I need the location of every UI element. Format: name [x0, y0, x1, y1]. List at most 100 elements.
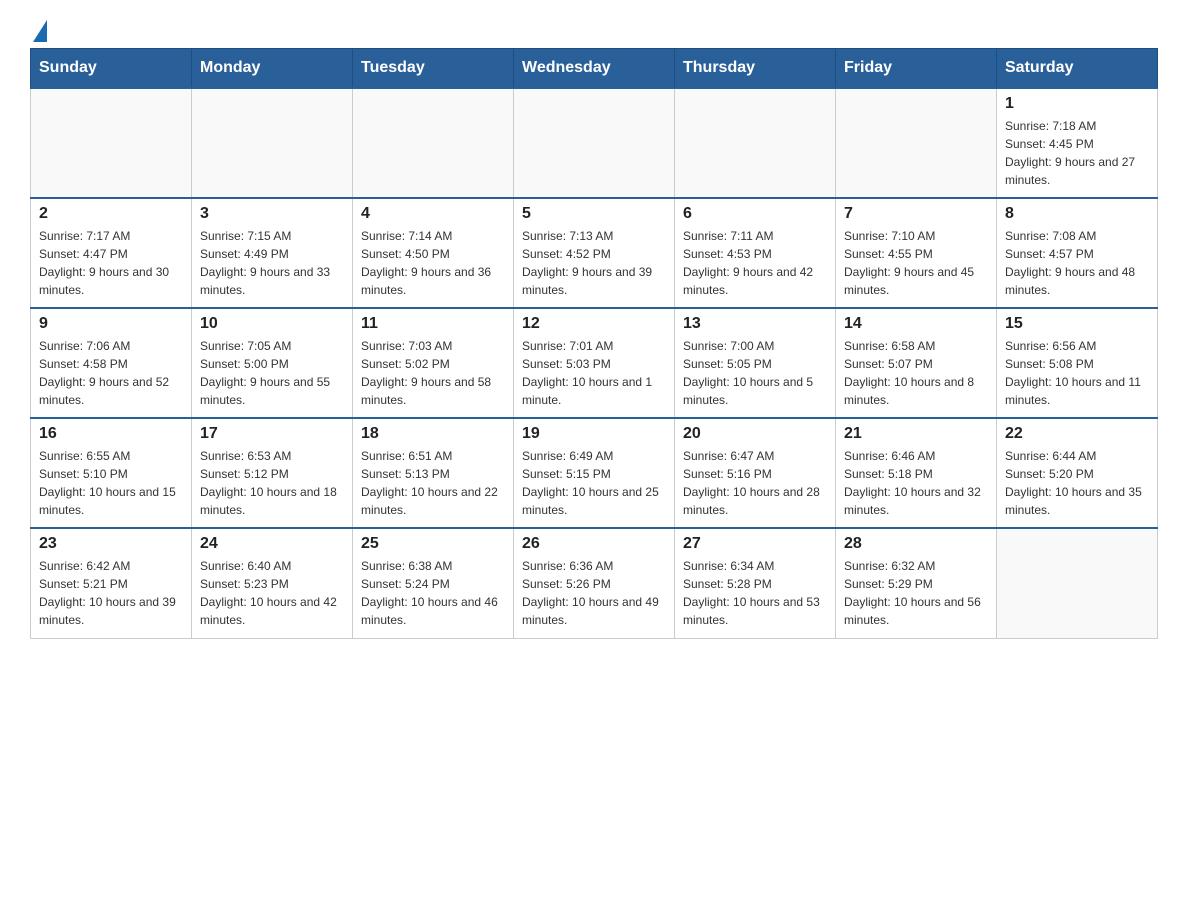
day-cell: 23 Sunrise: 6:42 AMSunset: 5:21 PMDayligh…	[31, 528, 192, 638]
day-cell	[31, 88, 192, 198]
weekday-header-saturday: Saturday	[997, 49, 1158, 89]
day-number: 16	[39, 425, 183, 443]
day-number: 17	[200, 425, 344, 443]
weekday-header-row: SundayMondayTuesdayWednesdayThursdayFrid…	[31, 49, 1158, 89]
day-info: Sunrise: 6:53 AMSunset: 5:12 PMDaylight:…	[200, 447, 344, 519]
day-cell: 5 Sunrise: 7:13 AMSunset: 4:52 PMDaylight…	[514, 198, 675, 308]
page-header	[30, 20, 1158, 38]
day-number: 6	[683, 205, 827, 223]
day-cell: 24 Sunrise: 6:40 AMSunset: 5:23 PMDayligh…	[192, 528, 353, 638]
day-info: Sunrise: 6:32 AMSunset: 5:29 PMDaylight:…	[844, 557, 988, 629]
day-info: Sunrise: 6:36 AMSunset: 5:26 PMDaylight:…	[522, 557, 666, 629]
day-info: Sunrise: 7:11 AMSunset: 4:53 PMDaylight:…	[683, 227, 827, 299]
day-info: Sunrise: 6:51 AMSunset: 5:13 PMDaylight:…	[361, 447, 505, 519]
weekday-header-thursday: Thursday	[675, 49, 836, 89]
day-info: Sunrise: 7:13 AMSunset: 4:52 PMDaylight:…	[522, 227, 666, 299]
day-number: 21	[844, 425, 988, 443]
day-cell: 6 Sunrise: 7:11 AMSunset: 4:53 PMDaylight…	[675, 198, 836, 308]
day-number: 5	[522, 205, 666, 223]
day-info: Sunrise: 6:38 AMSunset: 5:24 PMDaylight:…	[361, 557, 505, 629]
calendar-table: SundayMondayTuesdayWednesdayThursdayFrid…	[30, 48, 1158, 639]
day-info: Sunrise: 6:47 AMSunset: 5:16 PMDaylight:…	[683, 447, 827, 519]
day-number: 12	[522, 315, 666, 333]
day-cell: 2 Sunrise: 7:17 AMSunset: 4:47 PMDaylight…	[31, 198, 192, 308]
day-info: Sunrise: 7:05 AMSunset: 5:00 PMDaylight:…	[200, 337, 344, 409]
day-cell: 25 Sunrise: 6:38 AMSunset: 5:24 PMDayligh…	[353, 528, 514, 638]
day-cell	[675, 88, 836, 198]
weekday-header-sunday: Sunday	[31, 49, 192, 89]
day-cell	[997, 528, 1158, 638]
day-cell: 22 Sunrise: 6:44 AMSunset: 5:20 PMDayligh…	[997, 418, 1158, 528]
day-info: Sunrise: 6:55 AMSunset: 5:10 PMDaylight:…	[39, 447, 183, 519]
weekday-header-wednesday: Wednesday	[514, 49, 675, 89]
day-number: 19	[522, 425, 666, 443]
day-info: Sunrise: 7:14 AMSunset: 4:50 PMDaylight:…	[361, 227, 505, 299]
day-info: Sunrise: 7:10 AMSunset: 4:55 PMDaylight:…	[844, 227, 988, 299]
day-number: 23	[39, 535, 183, 553]
day-info: Sunrise: 6:42 AMSunset: 5:21 PMDaylight:…	[39, 557, 183, 629]
day-info: Sunrise: 7:06 AMSunset: 4:58 PMDaylight:…	[39, 337, 183, 409]
week-row-4: 16 Sunrise: 6:55 AMSunset: 5:10 PMDayligh…	[31, 418, 1158, 528]
day-cell: 18 Sunrise: 6:51 AMSunset: 5:13 PMDayligh…	[353, 418, 514, 528]
day-number: 27	[683, 535, 827, 553]
day-number: 14	[844, 315, 988, 333]
week-row-1: 1 Sunrise: 7:18 AMSunset: 4:45 PMDaylight…	[31, 88, 1158, 198]
day-info: Sunrise: 7:03 AMSunset: 5:02 PMDaylight:…	[361, 337, 505, 409]
day-cell: 15 Sunrise: 6:56 AMSunset: 5:08 PMDayligh…	[997, 308, 1158, 418]
day-info: Sunrise: 7:00 AMSunset: 5:05 PMDaylight:…	[683, 337, 827, 409]
day-cell: 1 Sunrise: 7:18 AMSunset: 4:45 PMDaylight…	[997, 88, 1158, 198]
week-row-3: 9 Sunrise: 7:06 AMSunset: 4:58 PMDaylight…	[31, 308, 1158, 418]
day-cell: 27 Sunrise: 6:34 AMSunset: 5:28 PMDayligh…	[675, 528, 836, 638]
day-number: 25	[361, 535, 505, 553]
day-number: 7	[844, 205, 988, 223]
day-info: Sunrise: 7:01 AMSunset: 5:03 PMDaylight:…	[522, 337, 666, 409]
day-cell: 9 Sunrise: 7:06 AMSunset: 4:58 PMDaylight…	[31, 308, 192, 418]
day-number: 28	[844, 535, 988, 553]
day-cell: 8 Sunrise: 7:08 AMSunset: 4:57 PMDaylight…	[997, 198, 1158, 308]
day-number: 15	[1005, 315, 1149, 333]
day-info: Sunrise: 6:49 AMSunset: 5:15 PMDaylight:…	[522, 447, 666, 519]
day-number: 22	[1005, 425, 1149, 443]
day-number: 11	[361, 315, 505, 333]
day-cell: 11 Sunrise: 7:03 AMSunset: 5:02 PMDayligh…	[353, 308, 514, 418]
day-cell: 17 Sunrise: 6:53 AMSunset: 5:12 PMDayligh…	[192, 418, 353, 528]
logo-triangle-icon	[33, 20, 47, 42]
day-cell	[836, 88, 997, 198]
day-number: 20	[683, 425, 827, 443]
day-number: 26	[522, 535, 666, 553]
day-info: Sunrise: 7:08 AMSunset: 4:57 PMDaylight:…	[1005, 227, 1149, 299]
day-number: 4	[361, 205, 505, 223]
day-info: Sunrise: 7:15 AMSunset: 4:49 PMDaylight:…	[200, 227, 344, 299]
day-info: Sunrise: 6:44 AMSunset: 5:20 PMDaylight:…	[1005, 447, 1149, 519]
day-cell: 13Sunrise: 7:00 AMSunset: 5:05 PMDayligh…	[675, 308, 836, 418]
day-cell	[353, 88, 514, 198]
weekday-header-monday: Monday	[192, 49, 353, 89]
day-cell	[514, 88, 675, 198]
day-cell: 26 Sunrise: 6:36 AMSunset: 5:26 PMDayligh…	[514, 528, 675, 638]
day-number: 9	[39, 315, 183, 333]
day-cell: 20 Sunrise: 6:47 AMSunset: 5:16 PMDayligh…	[675, 418, 836, 528]
day-number: 24	[200, 535, 344, 553]
week-row-5: 23 Sunrise: 6:42 AMSunset: 5:21 PMDayligh…	[31, 528, 1158, 638]
day-info: Sunrise: 6:40 AMSunset: 5:23 PMDaylight:…	[200, 557, 344, 629]
day-cell: 3Sunrise: 7:15 AMSunset: 4:49 PMDaylight…	[192, 198, 353, 308]
day-cell: 12 Sunrise: 7:01 AMSunset: 5:03 PMDayligh…	[514, 308, 675, 418]
week-row-2: 2 Sunrise: 7:17 AMSunset: 4:47 PMDaylight…	[31, 198, 1158, 308]
day-cell: 28 Sunrise: 6:32 AMSunset: 5:29 PMDayligh…	[836, 528, 997, 638]
day-info: Sunrise: 7:18 AMSunset: 4:45 PMDaylight:…	[1005, 117, 1149, 189]
day-number: 2	[39, 205, 183, 223]
day-cell: 7 Sunrise: 7:10 AMSunset: 4:55 PMDaylight…	[836, 198, 997, 308]
day-number: 18	[361, 425, 505, 443]
day-number: 8	[1005, 205, 1149, 223]
day-info: Sunrise: 6:58 AMSunset: 5:07 PMDaylight:…	[844, 337, 988, 409]
day-cell: 16 Sunrise: 6:55 AMSunset: 5:10 PMDayligh…	[31, 418, 192, 528]
day-cell: 4 Sunrise: 7:14 AMSunset: 4:50 PMDaylight…	[353, 198, 514, 308]
day-cell	[192, 88, 353, 198]
day-cell: 14 Sunrise: 6:58 AMSunset: 5:07 PMDayligh…	[836, 308, 997, 418]
day-info: Sunrise: 6:34 AMSunset: 5:28 PMDaylight:…	[683, 557, 827, 629]
day-info: Sunrise: 6:56 AMSunset: 5:08 PMDaylight:…	[1005, 337, 1149, 409]
day-number: 1	[1005, 95, 1149, 113]
day-info: Sunrise: 7:17 AMSunset: 4:47 PMDaylight:…	[39, 227, 183, 299]
weekday-header-friday: Friday	[836, 49, 997, 89]
day-cell: 19 Sunrise: 6:49 AMSunset: 5:15 PMDayligh…	[514, 418, 675, 528]
